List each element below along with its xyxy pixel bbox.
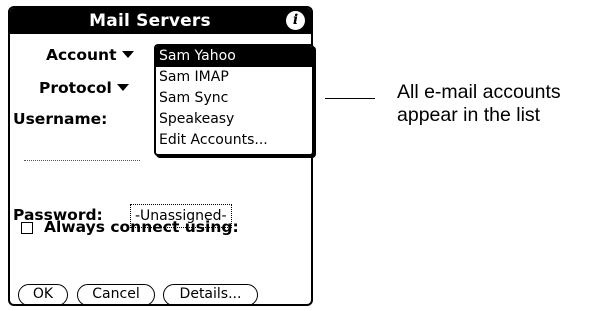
account-label: Account bbox=[46, 46, 117, 64]
callout-line-1: All e-mail accounts bbox=[397, 81, 561, 103]
callout-line-2: appear in the list bbox=[397, 104, 541, 126]
screen-title: Mail Servers bbox=[89, 11, 211, 31]
always-connect-label: Always connect using: bbox=[44, 218, 239, 236]
chevron-down-icon bbox=[116, 83, 129, 91]
protocol-label: Protocol bbox=[39, 79, 112, 97]
edit-accounts-item[interactable]: Edit Accounts... bbox=[156, 130, 312, 151]
username-label: Username: bbox=[13, 110, 108, 128]
account-list-item[interactable]: Sam Sync bbox=[156, 88, 312, 109]
ok-button[interactable]: OK bbox=[18, 284, 68, 304]
account-list-item[interactable]: Sam IMAP bbox=[156, 67, 312, 88]
callout-line bbox=[325, 98, 375, 99]
always-connect-checkbox[interactable] bbox=[21, 222, 33, 234]
account-picker[interactable]: Account bbox=[46, 45, 134, 65]
cancel-button[interactable]: Cancel bbox=[77, 284, 155, 304]
callout-text: All e-mail accounts appear in the list bbox=[397, 81, 561, 127]
info-icon[interactable]: i bbox=[286, 11, 305, 30]
username-field[interactable] bbox=[24, 160, 140, 161]
account-list-item[interactable]: Sam Yahoo bbox=[156, 46, 312, 67]
details-button[interactable]: Details... bbox=[163, 284, 258, 304]
account-popup-list[interactable]: Sam Yahoo Sam IMAP Sam Sync Speakeasy Ed… bbox=[154, 44, 314, 156]
chevron-down-icon bbox=[121, 50, 134, 58]
protocol-picker[interactable]: Protocol bbox=[39, 78, 129, 98]
title-bar: Mail Servers i bbox=[10, 8, 311, 34]
account-list-item[interactable]: Speakeasy bbox=[156, 109, 312, 130]
